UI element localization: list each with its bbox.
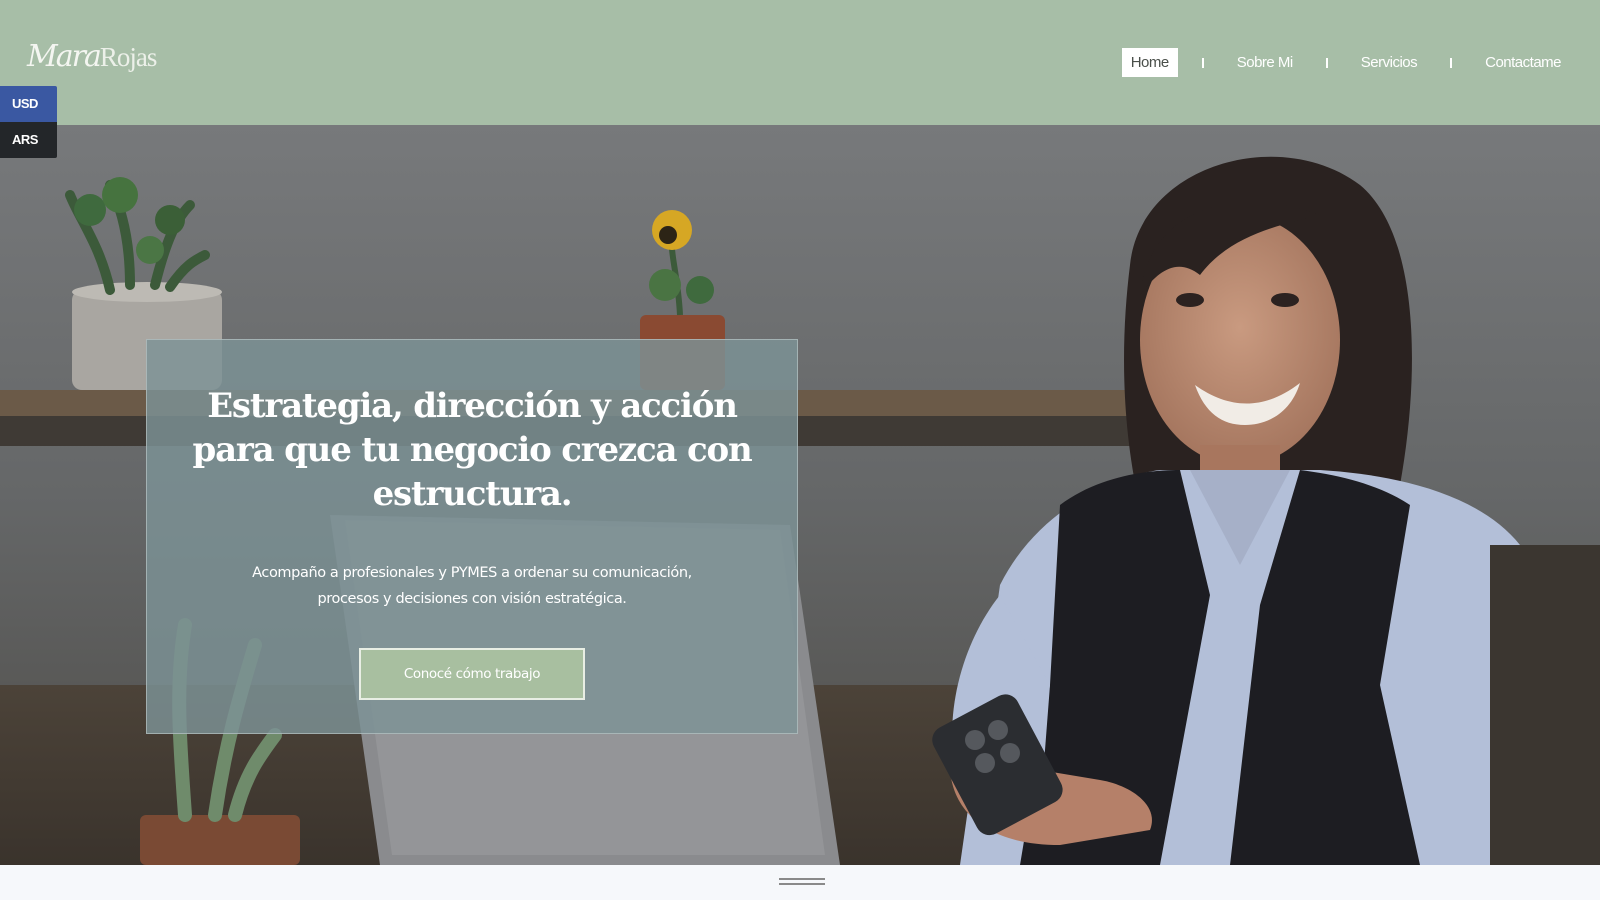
cta-button[interactable]: Conocé cómo trabajo [359, 648, 585, 700]
currency-switcher: USD ARS [0, 86, 57, 158]
nav-item-servicios[interactable]: Servicios [1352, 48, 1426, 77]
logo-last-name: Rojas [99, 42, 158, 72]
site-header: Mara Rojas Home Sobre Mi Servicios Conta… [0, 0, 1600, 125]
currency-ars-button[interactable]: ARS [0, 122, 57, 158]
nav-divider [1450, 57, 1453, 68]
brand-logo[interactable]: Mara Rojas [27, 39, 158, 82]
drag-handle-icon[interactable] [779, 878, 825, 886]
hero-subtitle: Acompaño a profesionales y PYMES a orden… [252, 565, 692, 607]
nav-divider [1325, 57, 1328, 68]
hero-card: Estrategia, dirección y acción para que … [146, 339, 798, 734]
nav-item-sobre-mi[interactable]: Sobre Mi [1228, 48, 1302, 77]
currency-usd-button[interactable]: USD [0, 86, 57, 122]
nav-item-home[interactable]: Home [1121, 48, 1178, 77]
nav-divider [1201, 57, 1204, 68]
logo-first-name: Mara [27, 39, 102, 74]
hero-title: Estrategia, dirección y acción para que … [192, 386, 753, 514]
main-nav: Home Sobre Mi Servicios Contactame [1121, 48, 1570, 77]
nav-item-contactame[interactable]: Contactame [1476, 48, 1570, 77]
hero-section: Estrategia, dirección y acción para que … [0, 125, 1600, 865]
